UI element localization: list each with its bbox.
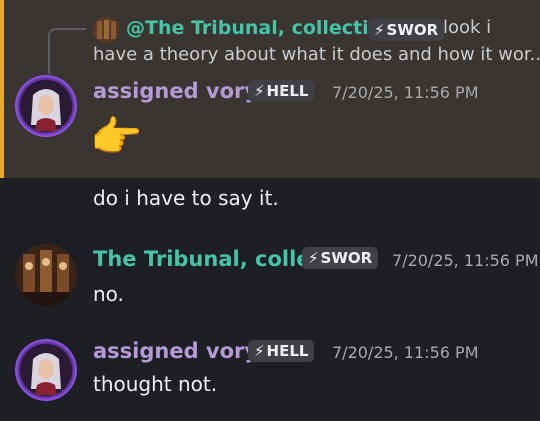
bolt-icon: ⚡ (254, 342, 265, 360)
reply-avatar[interactable] (93, 17, 119, 43)
message-content[interactable]: do i have to say it. (93, 186, 279, 210)
message-author[interactable]: The Tribunal, colle... (93, 247, 334, 271)
timestamp[interactable]: 7/20/25, 11:56 PM (392, 251, 539, 270)
avatar[interactable] (15, 75, 77, 137)
avatar[interactable] (15, 339, 77, 401)
reply-text-line1[interactable]: look i (443, 17, 491, 38)
bolt-icon: ⚡ (254, 82, 265, 100)
message-content[interactable]: no. (93, 282, 124, 306)
author-tag[interactable]: ⚡ HELL (248, 340, 315, 362)
message-content[interactable]: thought not. (93, 372, 217, 396)
reply-connector-line (48, 28, 86, 74)
pointing-emoji[interactable]: 👉 (90, 112, 142, 162)
timestamp[interactable]: 7/20/25, 11:56 PM (332, 83, 479, 102)
avatar[interactable] (15, 244, 77, 306)
bolt-icon: ⚡ (374, 21, 385, 39)
bolt-icon: ⚡ (308, 249, 319, 267)
reply-tag-label: SWOR (386, 21, 439, 39)
tag-label: SWOR (320, 249, 373, 267)
author-tag[interactable]: ⚡ SWOR (302, 247, 379, 269)
tag-label: HELL (266, 82, 309, 100)
reply-author-tag[interactable]: ⚡ SWOR (368, 19, 445, 41)
timestamp[interactable]: 7/20/25, 11:56 PM (332, 343, 479, 362)
message-author[interactable]: assigned voryn (93, 339, 273, 363)
author-tag[interactable]: ⚡ HELL (248, 80, 315, 102)
message-author[interactable]: assigned voryn (93, 79, 273, 103)
tag-label: HELL (266, 342, 309, 360)
reply-text-line2[interactable]: have a theory about what it does and how… (93, 44, 540, 65)
